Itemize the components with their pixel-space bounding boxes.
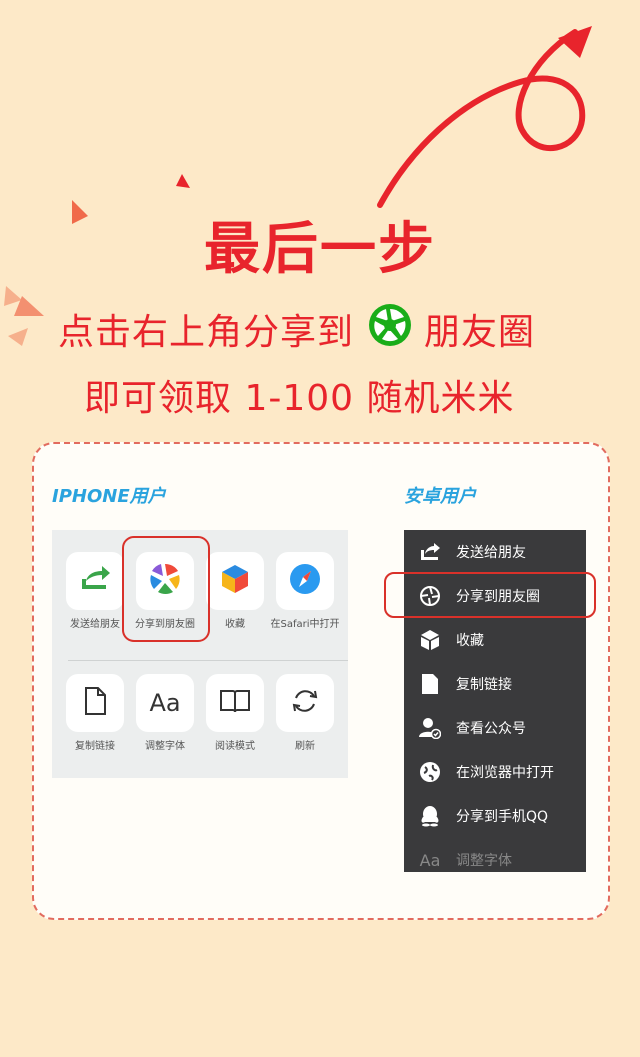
- font-icon: Aa: [419, 850, 441, 870]
- share-forward-icon: [78, 565, 112, 597]
- ios-adjust-font[interactable]: Aa 调整字体: [130, 674, 200, 753]
- ios-copy-link[interactable]: 复制链接: [60, 674, 130, 753]
- ios-copy-link-label: 复制链接: [75, 741, 115, 752]
- ios-favorite[interactable]: 收藏: [200, 552, 270, 631]
- qq-icon: [418, 804, 442, 828]
- instruction-text: 点击右上角分享到: [58, 312, 355, 353]
- android-share-friend[interactable]: 发送给朋友: [404, 530, 586, 574]
- ios-moments-highlight: [122, 536, 210, 642]
- ios-reader-mode-label: 阅读模式: [215, 741, 255, 752]
- ios-favorite-label: 收藏: [225, 619, 245, 630]
- android-share-friend-label: 发送给朋友: [456, 545, 526, 561]
- android-view-account-label: 查看公众号: [456, 721, 526, 737]
- ios-open-safari[interactable]: 在Safari中打开: [270, 552, 340, 631]
- android-open-browser[interactable]: 在浏览器中打开: [404, 750, 586, 794]
- share-forward-icon: [418, 540, 442, 564]
- red-arrow-decoration: [377, 26, 592, 208]
- book-icon: [219, 688, 251, 718]
- android-adjust-font-label: 调整字体: [456, 853, 512, 869]
- refresh-icon: [290, 686, 320, 720]
- android-copy-link[interactable]: 复制链接: [404, 662, 586, 706]
- ios-divider: [68, 660, 348, 661]
- ios-share-friend-label: 发送给朋友: [70, 619, 120, 630]
- moments-text: 朋友圈: [424, 312, 536, 353]
- ios-open-safari-label: 在Safari中打开: [270, 619, 340, 630]
- globe-icon: [418, 760, 442, 784]
- font-icon: Aa: [149, 689, 181, 717]
- android-share-qq-label: 分享到手机QQ: [456, 809, 549, 825]
- ios-refresh-label: 刷新: [295, 741, 315, 752]
- android-copy-link-label: 复制链接: [456, 677, 512, 693]
- cube-icon: [418, 628, 442, 652]
- android-label: 安卓用户: [404, 486, 476, 507]
- ios-refresh[interactable]: 刷新: [270, 674, 340, 753]
- android-favorite-label: 收藏: [456, 633, 484, 649]
- instruction-line: 点击右上角分享到 朋友圈: [58, 303, 536, 356]
- android-moments-highlight: [384, 572, 596, 618]
- reward-line: 即可领取 1-100 随机米米: [84, 378, 515, 419]
- android-share-qq[interactable]: 分享到手机QQ: [404, 794, 586, 838]
- android-favorite[interactable]: 收藏: [404, 618, 586, 662]
- document-icon: [418, 672, 442, 696]
- android-view-account[interactable]: 查看公众号: [404, 706, 586, 750]
- ios-share-friend[interactable]: 发送给朋友: [60, 552, 130, 631]
- android-open-browser-label: 在浏览器中打开: [456, 765, 554, 781]
- ios-adjust-font-label: 调整字体: [145, 741, 185, 752]
- android-adjust-font[interactable]: Aa 调整字体: [404, 838, 586, 872]
- headline: 最后一步: [204, 217, 436, 282]
- moments-icon: [368, 303, 412, 356]
- ios-reader-mode[interactable]: 阅读模式: [200, 674, 270, 753]
- document-icon: [83, 686, 107, 720]
- user-check-icon: [418, 716, 442, 740]
- safari-icon: [289, 563, 321, 599]
- cube-icon: [220, 563, 250, 599]
- iphone-label: IPHONE用户: [52, 486, 166, 507]
